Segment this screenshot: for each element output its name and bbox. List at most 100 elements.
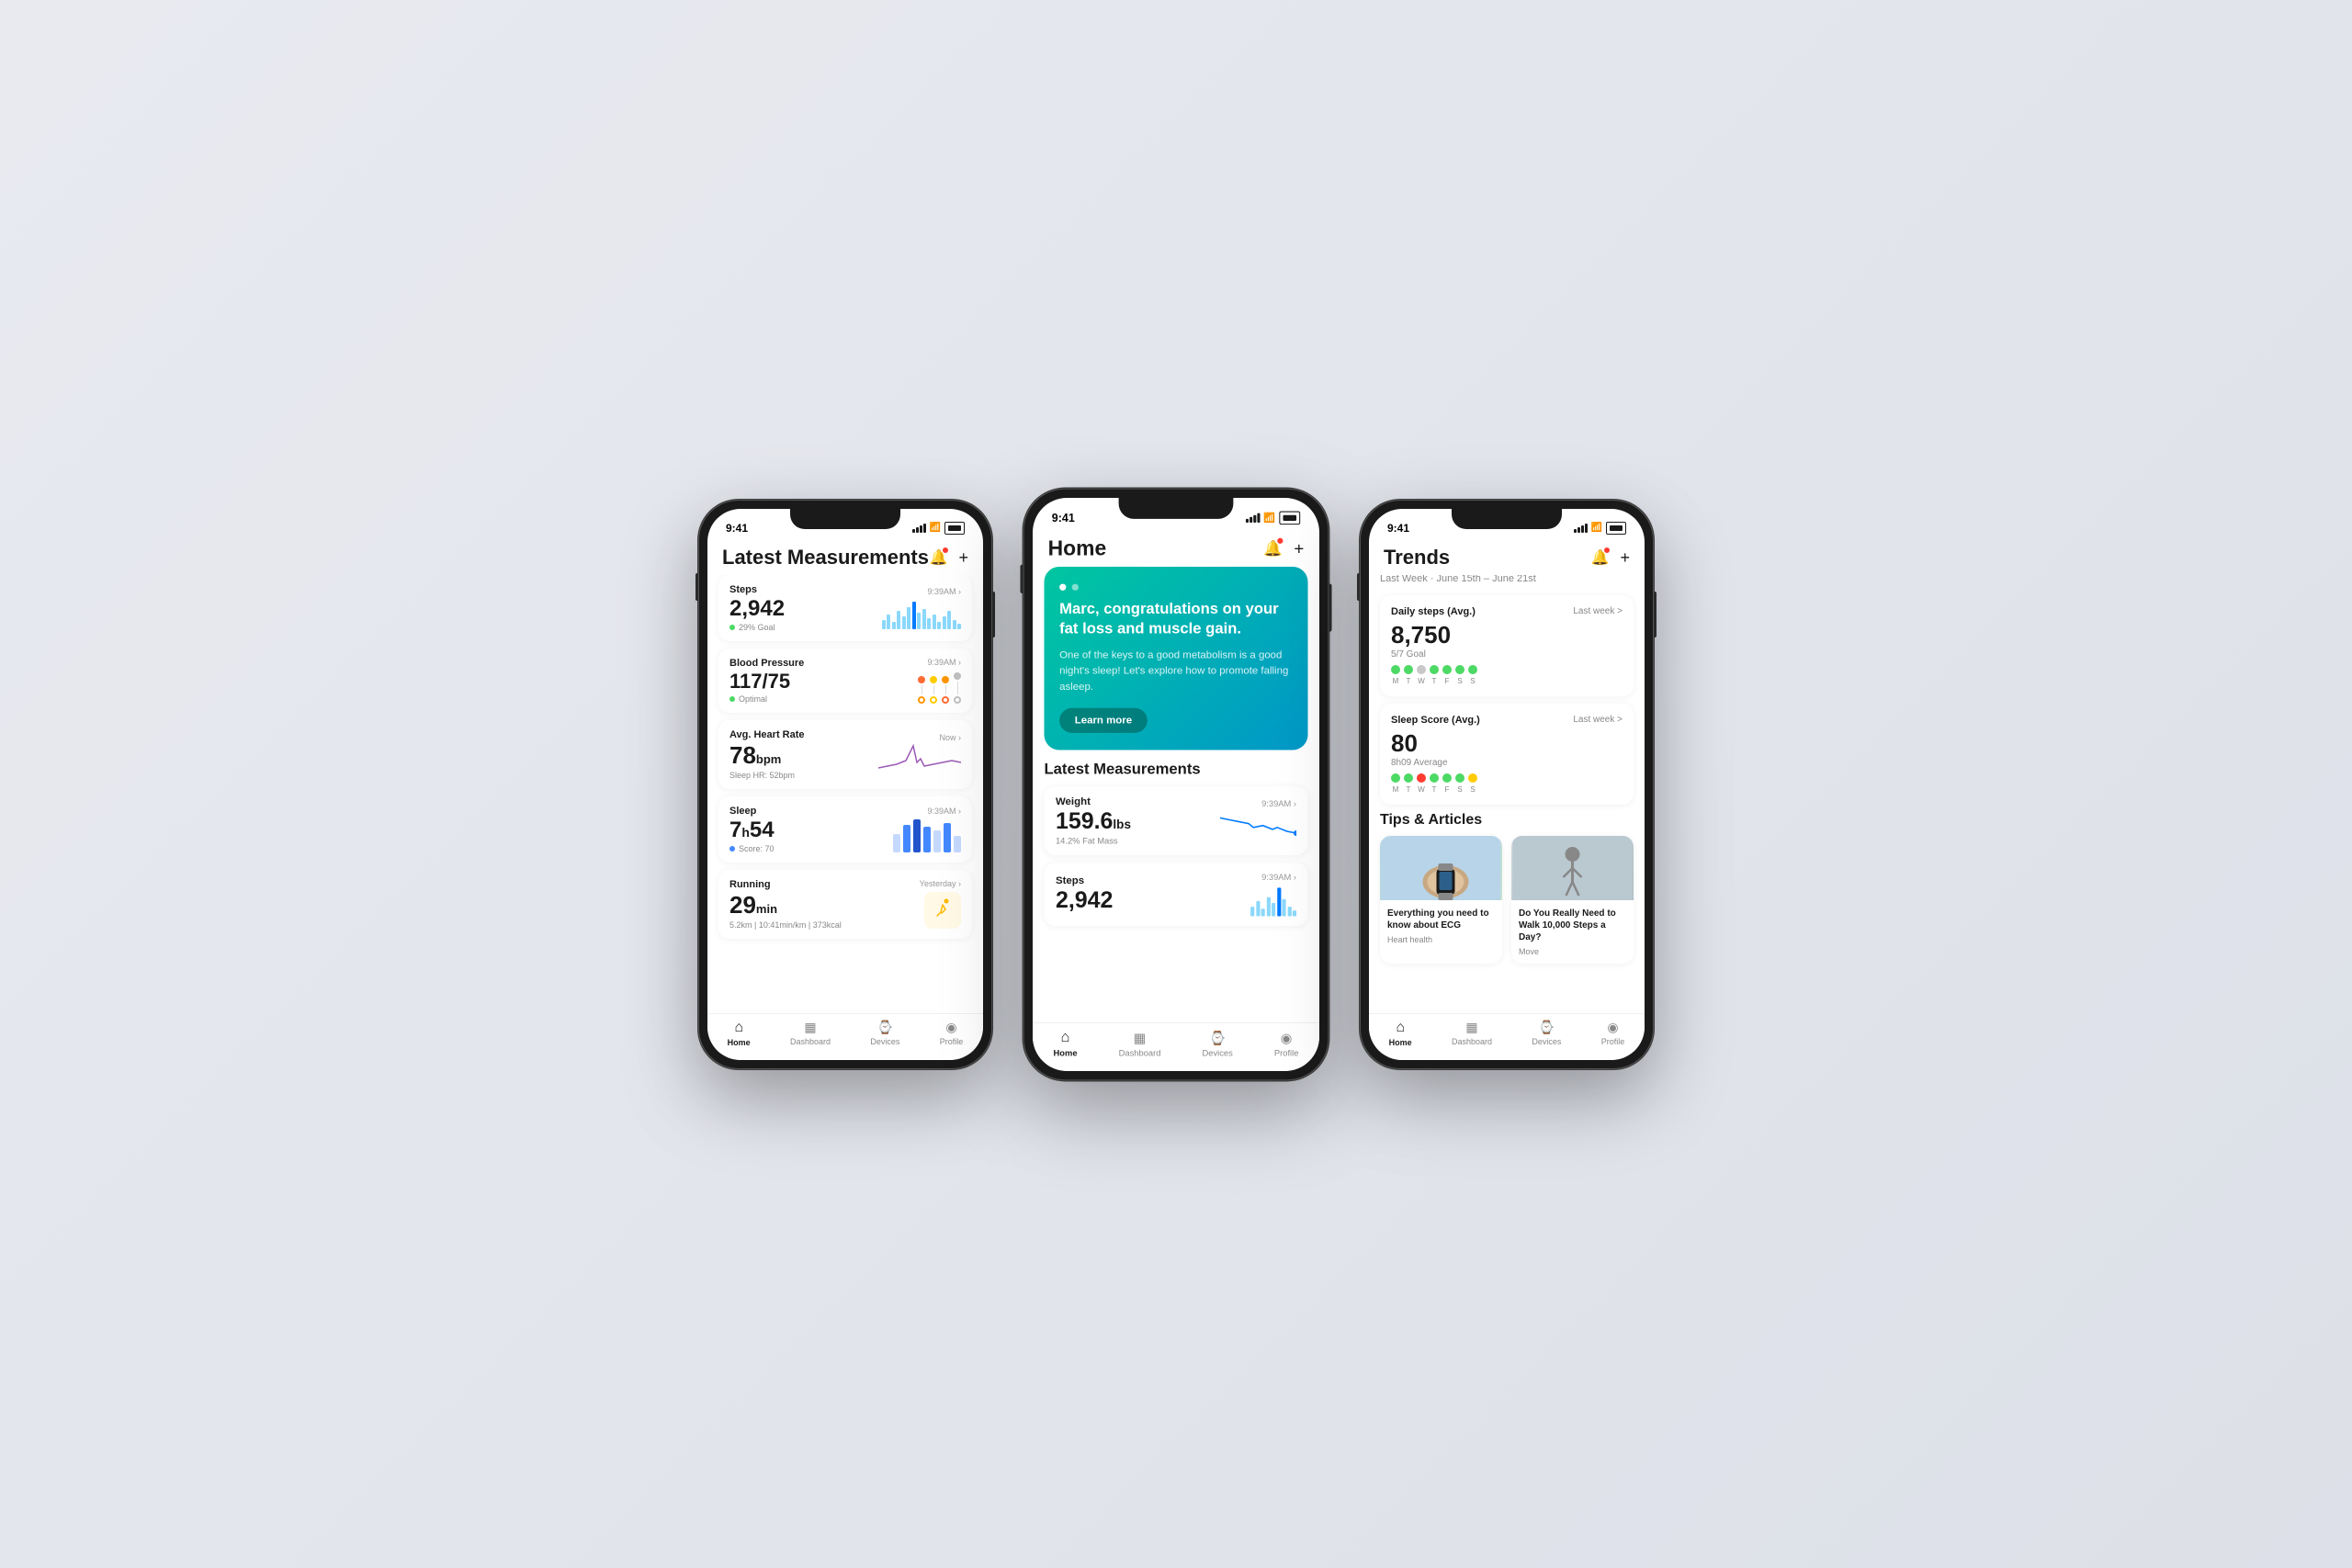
top-bar-3: Trends 🔔 + (1369, 538, 1645, 575)
battery-icon (944, 522, 965, 535)
article-1-category: Heart health (1387, 935, 1495, 944)
nav-devices-1[interactable]: ⌚ Devices (870, 1020, 899, 1046)
article-2-image (1511, 836, 1634, 900)
hr-card[interactable]: Avg. Heart Rate 78bpm Sleep HR: 52bpm No… (718, 720, 972, 789)
nav-profile-3[interactable]: ◉ Profile (1601, 1020, 1625, 1046)
steps-title: Steps (729, 584, 757, 595)
weight-time: 9:39AM › (1261, 798, 1296, 807)
section-title-2: Latest Measurements (1044, 761, 1307, 779)
hr-time: Now › (939, 733, 961, 742)
running-card[interactable]: Running 29min 5.2km | 10:41min/km | 373k… (718, 870, 972, 939)
sleep-chart (893, 819, 961, 852)
status-icons-1: 📶 (912, 522, 965, 535)
promo-title: Marc, congratulations on your fat loss a… (1059, 600, 1293, 639)
sleep-trend-title: Sleep Score (Avg.) (1391, 715, 1480, 726)
steps-trend-days: M T W T F S S (1391, 677, 1623, 685)
top-bar-2: Home 🔔 + (1033, 528, 1319, 567)
article-1-title: Everything you need to know about ECG (1387, 908, 1495, 931)
article-2-card[interactable]: Do You Really Need to Walk 10,000 Steps … (1511, 836, 1634, 964)
steps-trend-value: 8,750 (1391, 621, 1623, 649)
steps-trend-title: Daily steps (Avg.) (1391, 606, 1476, 617)
learn-more-button[interactable]: Learn more (1059, 707, 1148, 732)
nav-home-3[interactable]: ⌂ Home (1389, 1020, 1412, 1047)
screen-title-3: Trends (1384, 546, 1450, 570)
weight-value: 159.6lbs (1056, 809, 1131, 834)
add-button-1[interactable]: + (958, 549, 968, 566)
signal-icon (912, 524, 926, 533)
sleep-trend-card[interactable]: Sleep Score (Avg.) Last week > 80 8h09 A… (1380, 704, 1634, 805)
add-button-3[interactable]: + (1620, 549, 1630, 566)
steps-card-2[interactable]: Steps 2,942 9:39AM › (1044, 863, 1307, 926)
running-title: Running (729, 879, 771, 890)
nav-home-2[interactable]: ⌂ Home (1054, 1029, 1078, 1057)
scroll-area-2[interactable]: Marc, congratulations on your fat loss a… (1033, 566, 1319, 1021)
bp-card[interactable]: Blood Pressure 117/75 Optimal 9:39AM › (718, 649, 972, 713)
bell-button-1[interactable]: 🔔 (930, 548, 948, 567)
top-bar-1: Latest Measurements 🔔 + (707, 538, 983, 575)
running-icon (924, 892, 961, 929)
hr-chart (878, 742, 961, 775)
steps-time-2: 9:39AM › (1261, 873, 1296, 882)
wifi-icon: 📶 (930, 523, 941, 533)
running-status: 5.2km | 10:41min/km | 373kcal (729, 920, 842, 930)
steps-status: 29% Goal (739, 623, 775, 632)
sleep-trend-days: M T W T F S S (1391, 785, 1623, 794)
status-time-3: 9:41 (1387, 522, 1409, 535)
nav-dashboard-3[interactable]: ▦ Dashboard (1452, 1020, 1492, 1046)
nav-profile-2[interactable]: ◉ Profile (1274, 1029, 1299, 1056)
steps-trend-sub: 5/7 Goal (1391, 649, 1623, 660)
sleep-value: 7h54 (729, 818, 775, 842)
sleep-trend-value: 80 (1391, 729, 1623, 758)
sleep-trend-sub: 8h09 Average (1391, 758, 1623, 768)
steps-trend-card[interactable]: Daily steps (Avg.) Last week > 8,750 5/7… (1380, 595, 1634, 696)
sleep-status: Score: 70 (739, 844, 775, 853)
hr-title: Avg. Heart Rate (729, 729, 805, 740)
sleep-title: Sleep (729, 806, 756, 817)
bell-button-2[interactable]: 🔔 (1263, 538, 1283, 558)
nav-profile-label-1: Profile (940, 1037, 964, 1046)
bottom-nav-3: ⌂ Home ▦ Dashboard ⌚ Devices ◉ Profile (1369, 1013, 1645, 1060)
nav-profile-1[interactable]: ◉ Profile (940, 1020, 964, 1046)
status-icons-3: 📶 (1574, 522, 1626, 535)
screen-title-1: Latest Measurements (722, 546, 929, 570)
bp-time: 9:39AM › (927, 658, 961, 667)
promo-card: Marc, congratulations on your fat loss a… (1044, 566, 1307, 750)
weight-chart (1220, 808, 1296, 842)
phones-container: 9:41 📶 Latest Measurements (698, 500, 1654, 1069)
running-value: 29min (729, 892, 842, 919)
nav-devices-3[interactable]: ⌚ Devices (1532, 1020, 1561, 1046)
nav-dashboard-1[interactable]: ▦ Dashboard (790, 1020, 831, 1046)
steps-card[interactable]: Steps 2,942 29% Goal (718, 575, 972, 641)
sleep-card[interactable]: Sleep 7h54 Score: 70 9:39AM › (718, 796, 972, 863)
nav-home-1[interactable]: ⌂ Home (728, 1020, 751, 1047)
weight-status: 14.2% Fat Mass (1056, 836, 1118, 845)
bottom-nav-2: ⌂ Home ▦ Dashboard ⌚ Devices ◉ Profile (1033, 1021, 1319, 1070)
steps-chart-2 (1250, 882, 1296, 916)
notch-2 (1119, 498, 1234, 519)
bp-value: 117/75 (729, 671, 804, 693)
steps-time: 9:39AM › (927, 587, 961, 596)
bell-button-3[interactable]: 🔔 (1591, 548, 1610, 567)
phone-2: 9:41 📶 Home (1023, 488, 1329, 1080)
promo-desc: One of the keys to a good metabolism is … (1059, 647, 1293, 694)
steps-title-2: Steps (1056, 875, 1084, 886)
steps-chart (882, 596, 962, 629)
add-button-2[interactable]: + (1294, 539, 1304, 557)
bp-status: Optimal (739, 694, 767, 704)
bp-title: Blood Pressure (729, 658, 804, 669)
sleep-trend-link[interactable]: Last week > (1573, 715, 1623, 726)
article-1-card[interactable]: Everything you need to know about ECG He… (1380, 836, 1502, 964)
phone-1: 9:41 📶 Latest Measurements (698, 500, 992, 1069)
weight-card[interactable]: Weight 159.6lbs 14.2% Fat Mass 9:39AM › (1044, 786, 1307, 855)
tips-row: Everything you need to know about ECG He… (1380, 836, 1634, 964)
status-icons-2: 📶 (1245, 511, 1300, 525)
tips-title: Tips & Articles (1380, 812, 1634, 829)
scroll-area-1[interactable]: Steps 2,942 29% Goal (707, 575, 983, 1013)
sleep-time: 9:39AM › (927, 807, 961, 816)
scroll-area-3[interactable]: Last Week · June 15th – June 21st Daily … (1369, 575, 1645, 1013)
article-1-image (1380, 836, 1502, 900)
steps-trend-link[interactable]: Last week > (1573, 606, 1623, 617)
article-2-title: Do You Really Need to Walk 10,000 Steps … (1519, 908, 1626, 943)
nav-devices-2[interactable]: ⌚ Devices (1203, 1029, 1233, 1056)
nav-dashboard-2[interactable]: ▦ Dashboard (1119, 1029, 1161, 1056)
